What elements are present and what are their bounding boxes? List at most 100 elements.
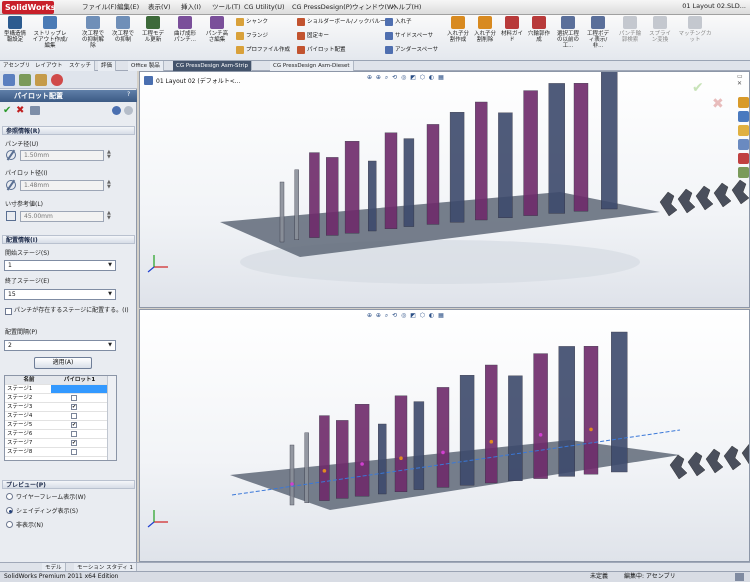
next-process-unsuppress-button[interactable]: 次工程での抑制解除 (80, 15, 106, 59)
resources-icon[interactable] (738, 97, 749, 108)
section-preview[interactable]: プレビュー(P) (2, 480, 135, 489)
fixed-key-button[interactable]: 固定キー (297, 31, 329, 41)
section-placement-info[interactable]: 配置情報(I) (2, 235, 135, 244)
next-arrow-icon[interactable] (112, 106, 121, 115)
insert-split-icon (451, 16, 465, 29)
table-row[interactable]: ステージ3 ✔ (5, 403, 108, 412)
custom-properties-icon[interactable] (738, 167, 749, 178)
pilot-checkbox[interactable]: ✔ (71, 440, 77, 446)
back-arrow-icon[interactable] (124, 106, 133, 115)
command-tabs: アセンブリ レイアウト スケッチ 評価 Office 製品 CG PressDe… (0, 61, 750, 71)
next-process-suppress-button[interactable]: 次工程での抑制 (110, 15, 136, 59)
table-row[interactable]: ステージ8 (5, 448, 108, 457)
graphics-viewport-top[interactable]: 01 Layout 02 (デフォルト<... ⊕ ⊕ ⌕ ⟲ ◎ ◩ ⬡ ◐ … (139, 71, 750, 308)
tab-layout[interactable]: レイアウト (32, 61, 67, 71)
menu-file[interactable]: ファイル(F) (82, 2, 117, 13)
menu-cg-pressdesign[interactable]: CG PressDesign(P) (292, 2, 352, 13)
pilot-checkbox[interactable] (71, 413, 77, 419)
process-body-toggle-button[interactable]: 工程ボディ表示/非... (585, 15, 611, 59)
view-palette-icon[interactable] (738, 139, 749, 150)
insert-split-delete-button[interactable]: 入れ子分割削除 (472, 15, 498, 59)
profile-create-button[interactable]: プロファイル作成 (236, 45, 290, 55)
punch-dia-field[interactable]: 1.50mm (20, 150, 104, 161)
tab-cg-dieset[interactable]: CG PressDesign Asm-Dieset (270, 61, 354, 71)
matching-cut-icon (688, 16, 702, 29)
pilot-dia-field[interactable]: 1.48mm (20, 180, 104, 191)
pilot-checkbox[interactable] (71, 395, 77, 401)
menu-tools[interactable]: ツール(T) (212, 2, 241, 13)
table-row[interactable]: ステージ7 ✔ (5, 439, 108, 448)
insert-button[interactable]: 入れ子 (385, 17, 412, 27)
pushpin-icon[interactable] (30, 106, 40, 115)
tab-sketch[interactable]: スケッチ (66, 61, 96, 71)
help-icon[interactable]: ? (127, 91, 130, 98)
feature-tree-icon[interactable] (3, 74, 15, 86)
spin-arrows-icon[interactable]: ▲ ▼ (107, 211, 111, 221)
property-manager-icon[interactable] (19, 74, 31, 86)
previous-process-button[interactable]: 選択工程の以前の工... (555, 15, 581, 59)
menu-cg-utility[interactable]: CG Utility(U) (244, 2, 285, 13)
matching-cut-button[interactable]: マッチングカット (677, 15, 713, 59)
appearance-icon[interactable] (51, 74, 63, 86)
exist-punch-checkbox[interactable] (5, 308, 12, 315)
table-row[interactable]: ステージ2 (5, 394, 108, 403)
pilot-placement-button[interactable]: パイロット配置 (297, 45, 346, 55)
spline-convert-button[interactable]: スプライン変換 (647, 15, 673, 59)
table-row[interactable]: ステージ1 (5, 385, 108, 394)
shaded-radio[interactable] (6, 507, 13, 514)
apply-button[interactable]: 適用(A) (34, 357, 92, 369)
file-explorer-icon[interactable] (738, 125, 749, 136)
cancel-x-icon[interactable]: ✖ (16, 105, 24, 116)
start-stage-select[interactable]: 1 ▼ (4, 260, 116, 271)
table-row[interactable]: ステージ6 (5, 430, 108, 439)
flange-button[interactable]: フランジ (236, 31, 268, 41)
side-spacer-button[interactable]: サイドスペーサ (385, 31, 433, 41)
tab-evaluate[interactable]: 評価 (98, 61, 117, 71)
shank-button[interactable]: シャンク (236, 17, 268, 27)
process-model-update-button[interactable]: 工程モデル更新 (140, 15, 166, 59)
menu-help[interactable]: ヘルプ(H) (392, 2, 421, 13)
die-structure-button[interactable]: 型構造情報設定 (2, 15, 28, 59)
punch-contour-search-button[interactable]: パンチ輪郭検索 (617, 15, 643, 59)
punch-height-button[interactable]: パンチ高さ編集 (204, 15, 230, 59)
pilot-checkbox[interactable] (71, 449, 77, 455)
menu-insert[interactable]: 挿入(I) (181, 2, 201, 13)
table-scrollbar[interactable] (107, 376, 116, 460)
material-guide-button[interactable]: 材料ガイド (499, 15, 525, 59)
design-library-icon[interactable] (738, 111, 749, 122)
hidden-radio[interactable] (6, 521, 13, 528)
appearances-icon[interactable] (738, 153, 749, 164)
shoulder-bolt-button[interactable]: ショルダーボール/ノックバルーフ (297, 17, 391, 27)
solidworks-logo[interactable]: SolidWorks (2, 1, 56, 14)
configuration-icon[interactable] (35, 74, 47, 86)
spin-arrows-icon[interactable]: ▲ ▼ (107, 150, 111, 160)
table-row[interactable]: ステージ4 (5, 412, 108, 421)
table-row[interactable]: ステージ5 ✔ (5, 421, 108, 430)
tab-office[interactable]: Office 製品 (128, 61, 164, 71)
pilot-cell[interactable] (51, 385, 108, 393)
wireframe-radio[interactable] (6, 493, 13, 500)
punch-dia-label: パンチ径(U) (5, 141, 39, 148)
interval-select[interactable]: 2 ▼ (4, 340, 116, 351)
help-icon[interactable] (735, 573, 744, 581)
spin-arrows-icon[interactable]: ▲ ▼ (107, 180, 111, 190)
end-stage-select[interactable]: 15 ▼ (4, 289, 116, 300)
graphics-viewport-bottom[interactable]: ⊕ ⊕ ⌕ ⟲ ◎ ◩ ⬡ ◐ ▦ (139, 309, 750, 562)
pilot-checkbox[interactable]: ✔ (71, 404, 77, 410)
pilot-icon (297, 45, 305, 54)
pilot-checkbox[interactable]: ✔ (71, 422, 77, 428)
tab-assembly[interactable]: アセンブリ (0, 61, 35, 71)
pilot-checkbox[interactable] (71, 431, 77, 437)
hole-contour-button[interactable]: 穴輪郭作成 (526, 15, 552, 59)
menu-window[interactable]: ウィンドウ(W) (352, 2, 396, 13)
bend-punch-button[interactable]: 曲げ成形パンチ... (172, 15, 198, 59)
ref-length-field[interactable]: 45.00mm (20, 211, 104, 222)
insert-split-button[interactable]: 入れ子分割作成 (445, 15, 471, 59)
menu-edit[interactable]: 編集(E) (117, 2, 139, 13)
ok-check-icon[interactable]: ✔ (3, 105, 11, 116)
section-reference-info[interactable]: 参照情報(R) (2, 126, 135, 135)
under-spacer-button[interactable]: アンダースペーサ (385, 45, 438, 55)
tab-cg-strip[interactable]: CG PressDesign Asm-Strip (173, 61, 252, 71)
strip-layout-button[interactable]: ストリップレイアウト作成/編集 (32, 15, 68, 59)
menu-view[interactable]: 表示(V) (148, 2, 171, 13)
